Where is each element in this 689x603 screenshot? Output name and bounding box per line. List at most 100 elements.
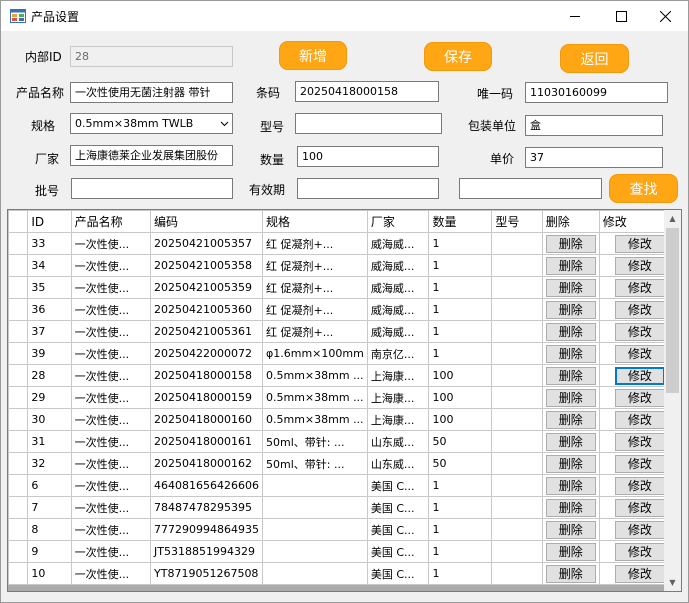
delete-row-button[interactable]: 删除 (545, 322, 596, 341)
table-cell-name[interactable]: 一次性使... (70, 408, 152, 431)
table-cell-name[interactable]: 一次性使... (70, 496, 152, 519)
table-cell-model[interactable] (491, 452, 543, 475)
manufacturer-field[interactable]: 上海康德莱企业发展集团股份 (70, 145, 233, 166)
table-cell-qty[interactable]: 50 (428, 430, 493, 453)
scroll-up-icon[interactable]: ▲ (664, 210, 681, 227)
table-cell-code[interactable]: 20250421005359 (150, 276, 263, 299)
row-header[interactable] (8, 320, 29, 343)
table-cell-maker[interactable]: 威海威... (366, 276, 430, 299)
table-cell-code[interactable]: 20250421005357 (150, 232, 263, 255)
table-cell-qty[interactable]: 100 (428, 386, 493, 409)
add-button[interactable]: 新增 (279, 41, 347, 70)
package-unit-field[interactable]: 盒 (525, 115, 663, 136)
delete-row-button[interactable]: 删除 (545, 498, 596, 517)
row-header[interactable] (8, 408, 29, 431)
table-row[interactable]: 8 一次性使... 777290994864935 美国 C... 1 删除 修改 (8, 518, 681, 541)
table-cell-maker[interactable]: 威海威... (366, 254, 430, 277)
table-cell-id[interactable]: 10 (27, 562, 72, 585)
delete-row-button[interactable]: 删除 (545, 234, 596, 253)
delete-row-button[interactable]: 删除 (545, 542, 596, 561)
table-cell-id[interactable]: 35 (27, 276, 72, 299)
delete-row-button[interactable]: 删除 (545, 388, 596, 407)
scroll-down-icon[interactable]: ▼ (664, 574, 681, 591)
table-cell-spec[interactable]: 50ml、带针: ... (262, 430, 368, 453)
table-row[interactable]: 39 一次性使... 20250422000072 φ1.6mm×100mm 南京亿..… (8, 342, 681, 365)
table-row[interactable]: 36 一次性使... 20250421005360 红 促凝剂+... 威海威... 1 删… (8, 298, 681, 321)
search-input[interactable] (459, 178, 602, 199)
edit-row-button[interactable]: 修改 (614, 520, 665, 539)
delete-row-button[interactable]: 删除 (545, 366, 596, 385)
table-cell-spec[interactable] (262, 496, 368, 519)
table-row[interactable]: 6 一次性使... 464081656426606 美国 C... 1 删除 修改 (8, 474, 681, 497)
unit-price-field[interactable]: 37 (525, 147, 663, 168)
table-cell-qty[interactable]: 1 (428, 474, 493, 497)
table-cell-code[interactable]: 20250421005361 (150, 320, 263, 343)
column-header-id[interactable]: ID (27, 210, 72, 233)
table-cell-model[interactable] (491, 408, 543, 431)
edit-row-button[interactable]: 修改 (614, 278, 665, 297)
row-header[interactable] (8, 276, 29, 299)
table-cell-name[interactable]: 一次性使... (70, 298, 152, 321)
table-cell-qty[interactable]: 1 (428, 562, 493, 585)
delete-row-button[interactable]: 删除 (545, 300, 596, 319)
row-header[interactable] (8, 430, 29, 453)
table-cell-maker[interactable]: 山东威... (366, 430, 430, 453)
table-row[interactable]: 7 一次性使... 78487478295395 美国 C... 1 删除 修改 (8, 496, 681, 519)
spec-select[interactable]: 0.5mm×38mm TWLB (70, 113, 233, 134)
edit-row-button[interactable]: 修改 (614, 410, 665, 429)
quantity-field[interactable]: 100 (297, 146, 439, 167)
table-cell-spec[interactable] (262, 562, 368, 585)
table-cell-maker[interactable]: 上海康... (366, 386, 430, 409)
edit-row-button[interactable]: 修改 (614, 256, 665, 275)
table-cell-spec[interactable]: φ1.6mm×100mm (262, 342, 368, 365)
table-row[interactable]: 34 一次性使... 20250421005358 红 促凝剂+... 威海威... 1 删… (8, 254, 681, 277)
table-row[interactable]: 37 一次性使... 20250421005361 红 促凝剂+... 威海威... 1 删… (8, 320, 681, 343)
table-cell-id[interactable]: 32 (27, 452, 72, 475)
table-cell-code[interactable]: JT5318851994329 (150, 540, 263, 563)
table-cell-id[interactable]: 28 (27, 364, 72, 387)
close-button[interactable] (642, 1, 688, 31)
column-header-quantity[interactable]: 数量 (428, 210, 493, 233)
table-cell-name[interactable]: 一次性使... (70, 386, 152, 409)
edit-row-button[interactable]: 修改 (614, 366, 665, 385)
row-header[interactable] (8, 496, 29, 519)
table-cell-id[interactable]: 8 (27, 518, 72, 541)
table-cell-code[interactable]: 20250418000162 (150, 452, 263, 475)
delete-row-button[interactable]: 删除 (545, 476, 596, 495)
delete-row-button[interactable]: 删除 (545, 564, 596, 583)
table-cell-qty[interactable]: 1 (428, 518, 493, 541)
table-row[interactable]: 30 一次性使... 20250418000160 0.5mm×38mm ... 上海康… (8, 408, 681, 431)
table-cell-model[interactable] (491, 232, 543, 255)
table-cell-qty[interactable]: 100 (428, 364, 493, 387)
column-header-code[interactable]: 编码 (150, 210, 263, 233)
table-row[interactable]: 31 一次性使... 20250418000161 50ml、带针: ... 山东威..… (8, 430, 681, 453)
save-button[interactable]: 保存 (424, 42, 492, 71)
table-cell-maker[interactable]: 山东威... (366, 452, 430, 475)
row-header[interactable] (8, 342, 29, 365)
table-cell-maker[interactable]: 美国 C... (366, 540, 430, 563)
table-cell-id[interactable]: 37 (27, 320, 72, 343)
unique-code-field[interactable]: 11030160099 (525, 82, 668, 103)
table-cell-name[interactable]: 一次性使... (70, 562, 152, 585)
row-header[interactable] (8, 232, 29, 255)
table-cell-spec[interactable]: 0.5mm×38mm ... (262, 364, 368, 387)
table-cell-code[interactable]: 20250422000072 (150, 342, 263, 365)
table-cell-name[interactable]: 一次性使... (70, 342, 152, 365)
table-cell-code[interactable]: 78487478295395 (150, 496, 263, 519)
table-cell-qty[interactable]: 1 (428, 254, 493, 277)
table-cell-qty[interactable]: 1 (428, 298, 493, 321)
table-cell-code[interactable]: 20250418000159 (150, 386, 263, 409)
table-cell-model[interactable] (491, 562, 543, 585)
edit-row-button[interactable]: 修改 (614, 542, 665, 561)
table-cell-spec[interactable]: 红 促凝剂+... (262, 298, 368, 321)
table-row[interactable]: 29 一次性使... 20250418000159 0.5mm×38mm ... 上海康… (8, 386, 681, 409)
delete-row-button[interactable]: 删除 (545, 410, 596, 429)
edit-row-button[interactable]: 修改 (614, 476, 665, 495)
table-cell-model[interactable] (491, 496, 543, 519)
table-cell-id[interactable]: 6 (27, 474, 72, 497)
table-cell-code[interactable]: 20250418000161 (150, 430, 263, 453)
table-cell-maker[interactable]: 美国 C... (366, 474, 430, 497)
table-cell-model[interactable] (491, 342, 543, 365)
edit-row-button[interactable]: 修改 (614, 564, 665, 583)
table-cell-model[interactable] (491, 254, 543, 277)
